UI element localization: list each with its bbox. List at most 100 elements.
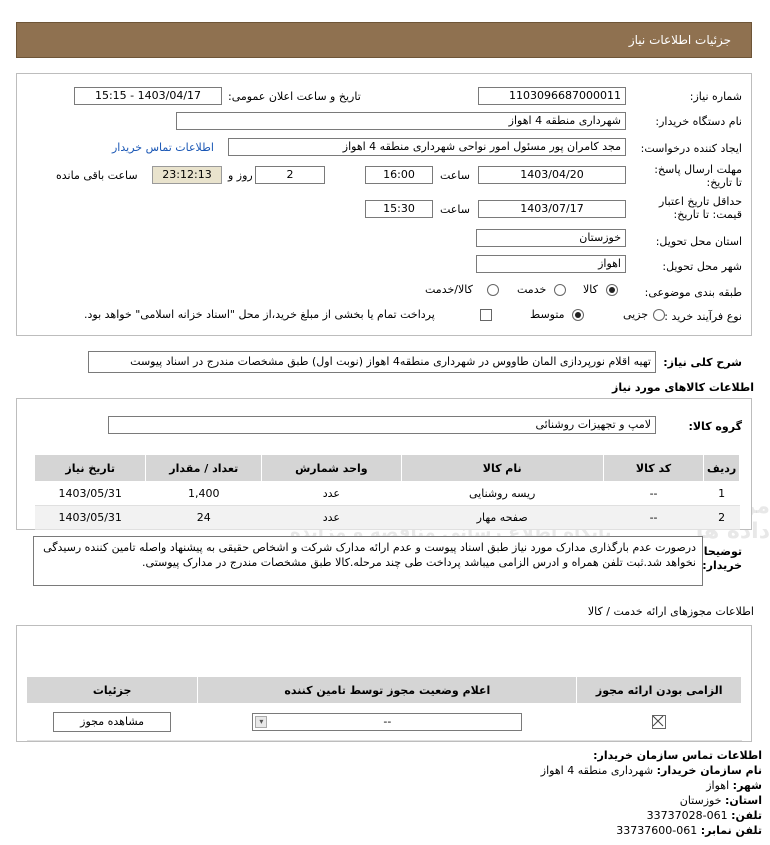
contact-title: اطلاعات تماس سازمان خریدار:: [593, 749, 762, 762]
contact-city-value: اهواز: [706, 779, 730, 792]
page-header: جزئیات اطلاعات نیاز: [16, 22, 752, 58]
permit-status-value: --: [383, 715, 392, 728]
cell-date: 1403/05/31: [34, 481, 146, 506]
buyer-notes-text: درصورت عدم بارگذاری مدارک مورد نیاز طبق …: [33, 536, 703, 586]
cell-required: [576, 703, 742, 741]
category-service-label: خدمت: [517, 283, 547, 296]
buyer-contact-link[interactable]: اطلاعات تماس خریدار: [112, 141, 214, 154]
cell-unit: عدد: [261, 505, 402, 530]
cell-code: --: [603, 505, 704, 530]
goods-table: ردیف کد کالا نام کالا واحد شمارش تعداد /…: [33, 454, 740, 530]
contact-city-row: شهر: اهواز: [541, 778, 762, 793]
remaining-time-label: ساعت باقی مانده: [56, 169, 138, 182]
col-unit: واحد شمارش: [261, 454, 402, 482]
permits-section-title: اطلاعات مجوزهای ارائه خدمت / کالا: [587, 605, 754, 618]
description-label: شرح کلی نیاز:: [663, 356, 742, 369]
province-label: استان محل تحویل:: [655, 235, 742, 248]
goods-group-label: گروه کالا:: [688, 420, 742, 433]
description-field[interactable]: تهیه اقلام نورپردازی المان طاووس در شهرد…: [88, 351, 656, 373]
cell-name: ریسه روشنایی: [401, 481, 604, 506]
contact-province-value: خوزستان: [679, 794, 722, 807]
contact-org-label: نام سازمان خریدار:: [656, 764, 762, 777]
cell-qty: 24: [145, 505, 262, 530]
remaining-time-field: 23:12:13: [152, 166, 222, 184]
contact-phone-row: تلفن: 061-33737028: [541, 808, 762, 823]
chevron-down-icon: ▾: [255, 716, 268, 728]
page-title: جزئیات اطلاعات نیاز: [628, 33, 731, 47]
cell-details: مشاهده مجوز: [26, 703, 198, 741]
table-row: 1 -- ریسه روشنایی عدد 1,400 1403/05/31: [34, 481, 740, 506]
validity-label: حداقل تاریخ اعتبار قیمت: تا تاریخ:: [658, 195, 742, 221]
contact-city-label: شهر:: [732, 779, 762, 792]
validity-time-field[interactable]: 15:30: [365, 200, 433, 218]
col-row: ردیف: [703, 454, 740, 482]
col-qty: تعداد / مقدار: [145, 454, 263, 482]
cell-row: 2: [703, 505, 740, 530]
contact-org-row: نام سازمان خریدار: شهرداری منطقه 4 اهواز: [541, 763, 762, 778]
days-field[interactable]: 2: [255, 166, 325, 184]
contact-fax-value: 061-33737600: [616, 824, 698, 837]
buyer-org-field[interactable]: شهرداری منطقه 4 اهواز: [176, 112, 626, 130]
deadline-label: مهلت ارسال پاسخ: تا تاریخ:: [654, 163, 742, 189]
category-service-radio[interactable]: [554, 283, 566, 296]
purchase-medium-radio[interactable]: [572, 308, 584, 321]
goods-section-title: اطلاعات کالاهای مورد نیاز: [612, 381, 754, 394]
goods-table-header: ردیف کد کالا نام کالا واحد شمارش تعداد /…: [33, 454, 740, 482]
required-checkbox[interactable]: [652, 715, 667, 729]
creator-label: ایجاد کننده درخواست:: [640, 142, 742, 155]
category-goods-label: کالا: [583, 283, 598, 296]
purchase-minor-label: جزیی: [623, 308, 649, 321]
deadline-date-field[interactable]: 1403/04/20: [478, 166, 626, 184]
days-label: روز و: [228, 169, 253, 182]
buyer-org-label: نام دستگاه خریدار:: [655, 115, 742, 128]
announce-field[interactable]: 1403/04/17 - 15:15: [74, 87, 222, 105]
close-icon: [652, 715, 664, 727]
cell-date: 1403/05/31: [34, 505, 146, 530]
permits-table: الزامی بودن ارائه مجوز اعلام وضعیت مجوز …: [25, 676, 742, 741]
category-label: طبقه بندی موضوعی:: [644, 286, 742, 299]
purchase-minor-radio[interactable]: [653, 308, 665, 321]
permit-status-select[interactable]: -- ▾: [252, 713, 523, 731]
table-row: 2 -- صفحه مهار عدد 24 1403/05/31: [34, 505, 740, 530]
goods-table-wrapper: ردیف کد کالا نام کالا واحد شمارش تعداد /…: [33, 454, 740, 530]
goods-group-field[interactable]: لامپ و تجهیزات روشنائی: [108, 416, 656, 434]
col-details: جزئیات: [25, 676, 199, 704]
deadline-time-field[interactable]: 16:00: [365, 166, 433, 184]
cell-qty: 1,400: [145, 481, 262, 506]
deadline-time-label: ساعت: [440, 169, 470, 182]
purchase-medium-label: متوسط: [530, 308, 565, 321]
permits-table-wrapper: الزامی بودن ارائه مجوز اعلام وضعیت مجوز …: [25, 676, 742, 741]
treasury-checkbox[interactable]: [480, 308, 492, 321]
validity-time-label: ساعت: [440, 203, 470, 216]
city-field[interactable]: اهواز: [476, 255, 626, 273]
col-required: الزامی بودن ارائه مجوز: [576, 676, 742, 704]
col-status: اعلام وضعیت مجوز توسط تامین کننده: [197, 676, 578, 704]
col-name: نام کالا: [400, 454, 604, 482]
cell-name: صفحه مهار: [401, 505, 604, 530]
contact-fax-label: تلفن نمابر:: [700, 824, 762, 837]
col-code: کد کالا: [602, 454, 705, 482]
permits-table-header: الزامی بودن ارائه مجوز اعلام وضعیت مجوز …: [25, 676, 742, 704]
need-number-field[interactable]: 1103096687000011: [478, 87, 626, 105]
cell-code: --: [603, 481, 704, 506]
category-goods-radio[interactable]: [606, 283, 618, 296]
contact-org-value: شهرداری منطقه 4 اهواز: [540, 764, 654, 777]
view-permit-button[interactable]: مشاهده مجوز: [53, 712, 172, 732]
city-label: شهر محل تحویل:: [662, 260, 742, 273]
cell-row: 1: [703, 481, 740, 506]
table-row: -- ▾ مشاهده مجوز: [26, 703, 742, 741]
treasury-note: پرداخت تمام یا بخشی از مبلغ خرید،از محل …: [84, 308, 435, 321]
purchase-type-label: نوع فرآیند خرید :: [664, 310, 742, 323]
contact-province-label: استان:: [725, 794, 762, 807]
contact-block: اطلاعات تماس سازمان خریدار: نام سازمان خ…: [541, 748, 762, 838]
contact-province-row: استان: خوزستان: [541, 793, 762, 808]
creator-field[interactable]: مجد کامران پور مسئول امور نواحی شهرداری …: [228, 138, 626, 156]
cell-status: -- ▾: [197, 703, 577, 741]
cell-unit: عدد: [261, 481, 402, 506]
need-number-label: شماره نیاز:: [689, 90, 742, 103]
validity-date-field[interactable]: 1403/07/17: [478, 200, 626, 218]
contact-phone-label: تلفن:: [731, 809, 762, 822]
category-mixed-radio[interactable]: [487, 283, 499, 296]
province-field[interactable]: خوزستان: [476, 229, 626, 247]
col-date: تاریخ نیاز: [33, 454, 147, 482]
